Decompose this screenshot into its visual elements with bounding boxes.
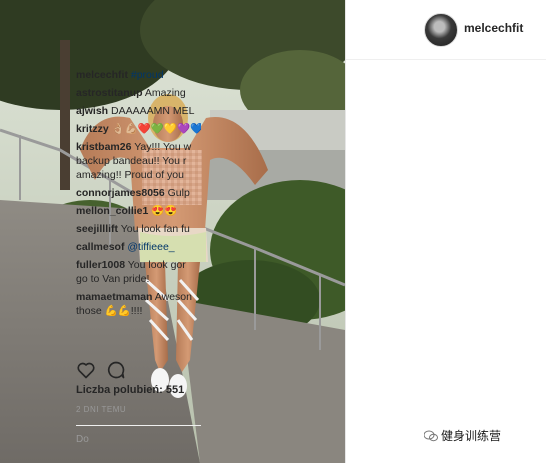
comment-username[interactable]: astrostitanup: [76, 87, 143, 99]
comment-text: Aweson: [154, 291, 192, 303]
comment: callmesof @tiffieee_: [76, 240, 201, 254]
comment-username[interactable]: kritzzy: [76, 123, 109, 135]
post-actions: [76, 360, 201, 384]
add-comment-field[interactable]: Do: [76, 425, 201, 454]
likes-count[interactable]: Liczba polubień: 551: [76, 384, 184, 396]
post-timestamp: 2 DNI TEMU: [76, 405, 127, 414]
comment: fuller1008 You look gor go to Van pride!: [76, 258, 201, 286]
comment: astrostitanup Amazing: [76, 86, 201, 100]
comment-username[interactable]: connorjames8056: [76, 187, 165, 199]
comment-text-line2: those 💪💪!!!!: [76, 305, 143, 317]
comment: mellon_collie1 😍😍: [76, 204, 201, 218]
comment: kristbam26 Yay!!! You w backup bandeau!!…: [76, 140, 201, 182]
comment-text-line2: backup bandeau!! You r: [76, 155, 187, 167]
header-username[interactable]: melcechfit: [464, 21, 523, 35]
caption: melcechfit #proud: [76, 68, 201, 82]
comments-list: melcechfit #proud astrostitanup Amazing …: [76, 68, 201, 322]
comment: ajwish DAAAAAMN MEL: [76, 104, 201, 118]
caption-username[interactable]: melcechfit: [76, 69, 128, 81]
comment-text: Gulp: [167, 187, 190, 199]
comment: mamaetmaman Aweson those 💪💪!!!!: [76, 290, 201, 318]
comment-text: You look fan fu: [120, 223, 190, 235]
comment-text: Yay!!! You w: [134, 141, 192, 153]
avatar[interactable]: [424, 13, 458, 47]
heart-icon[interactable]: [76, 360, 96, 380]
comment-username[interactable]: ajwish: [76, 105, 108, 117]
comment-username[interactable]: mellon_collie1: [76, 205, 148, 217]
likes-number: 551: [165, 384, 185, 396]
comment: kritzzy 👌🏼💪🏼❤️💚💛💜💙: [76, 122, 201, 136]
comment: seejilllift You look fan fu: [76, 222, 201, 236]
wechat-logo-icon: [424, 430, 438, 442]
comment-icon[interactable]: [106, 360, 126, 380]
caption-hashtag[interactable]: #proud: [131, 69, 164, 81]
watermark-text: 健身训练营: [441, 429, 502, 443]
comment-username[interactable]: seejilllift: [76, 223, 118, 235]
watermark: 健身训练营: [424, 427, 501, 444]
comment-mention[interactable]: @tiffieee_: [127, 241, 174, 253]
comment-text-line2: go to Van pride!: [76, 273, 150, 285]
add-comment-placeholder: Do: [76, 434, 89, 445]
comment-username[interactable]: callmesof: [76, 241, 124, 253]
comment-text: 👌🏼💪🏼❤️💚💛💜💙: [111, 123, 201, 135]
comment-text-line3: amazing!! Proud of you: [76, 169, 184, 181]
post-header: melcechfit: [346, 0, 546, 60]
comment-username[interactable]: fuller1008: [76, 259, 125, 271]
comment-username[interactable]: mamaetmaman: [76, 291, 152, 303]
comment-text: 😍😍: [151, 205, 178, 217]
likes-label: Liczba polubień:: [76, 384, 163, 396]
post-side-panel: melcechfit: [345, 0, 546, 463]
comment-text: Amazing: [144, 87, 186, 99]
comment: connorjames8056 Gulp: [76, 186, 201, 200]
comment-username[interactable]: kristbam26: [76, 141, 131, 153]
comment-text: You look gor: [127, 259, 186, 271]
comment-text: DAAAAAMN MEL: [111, 105, 195, 117]
